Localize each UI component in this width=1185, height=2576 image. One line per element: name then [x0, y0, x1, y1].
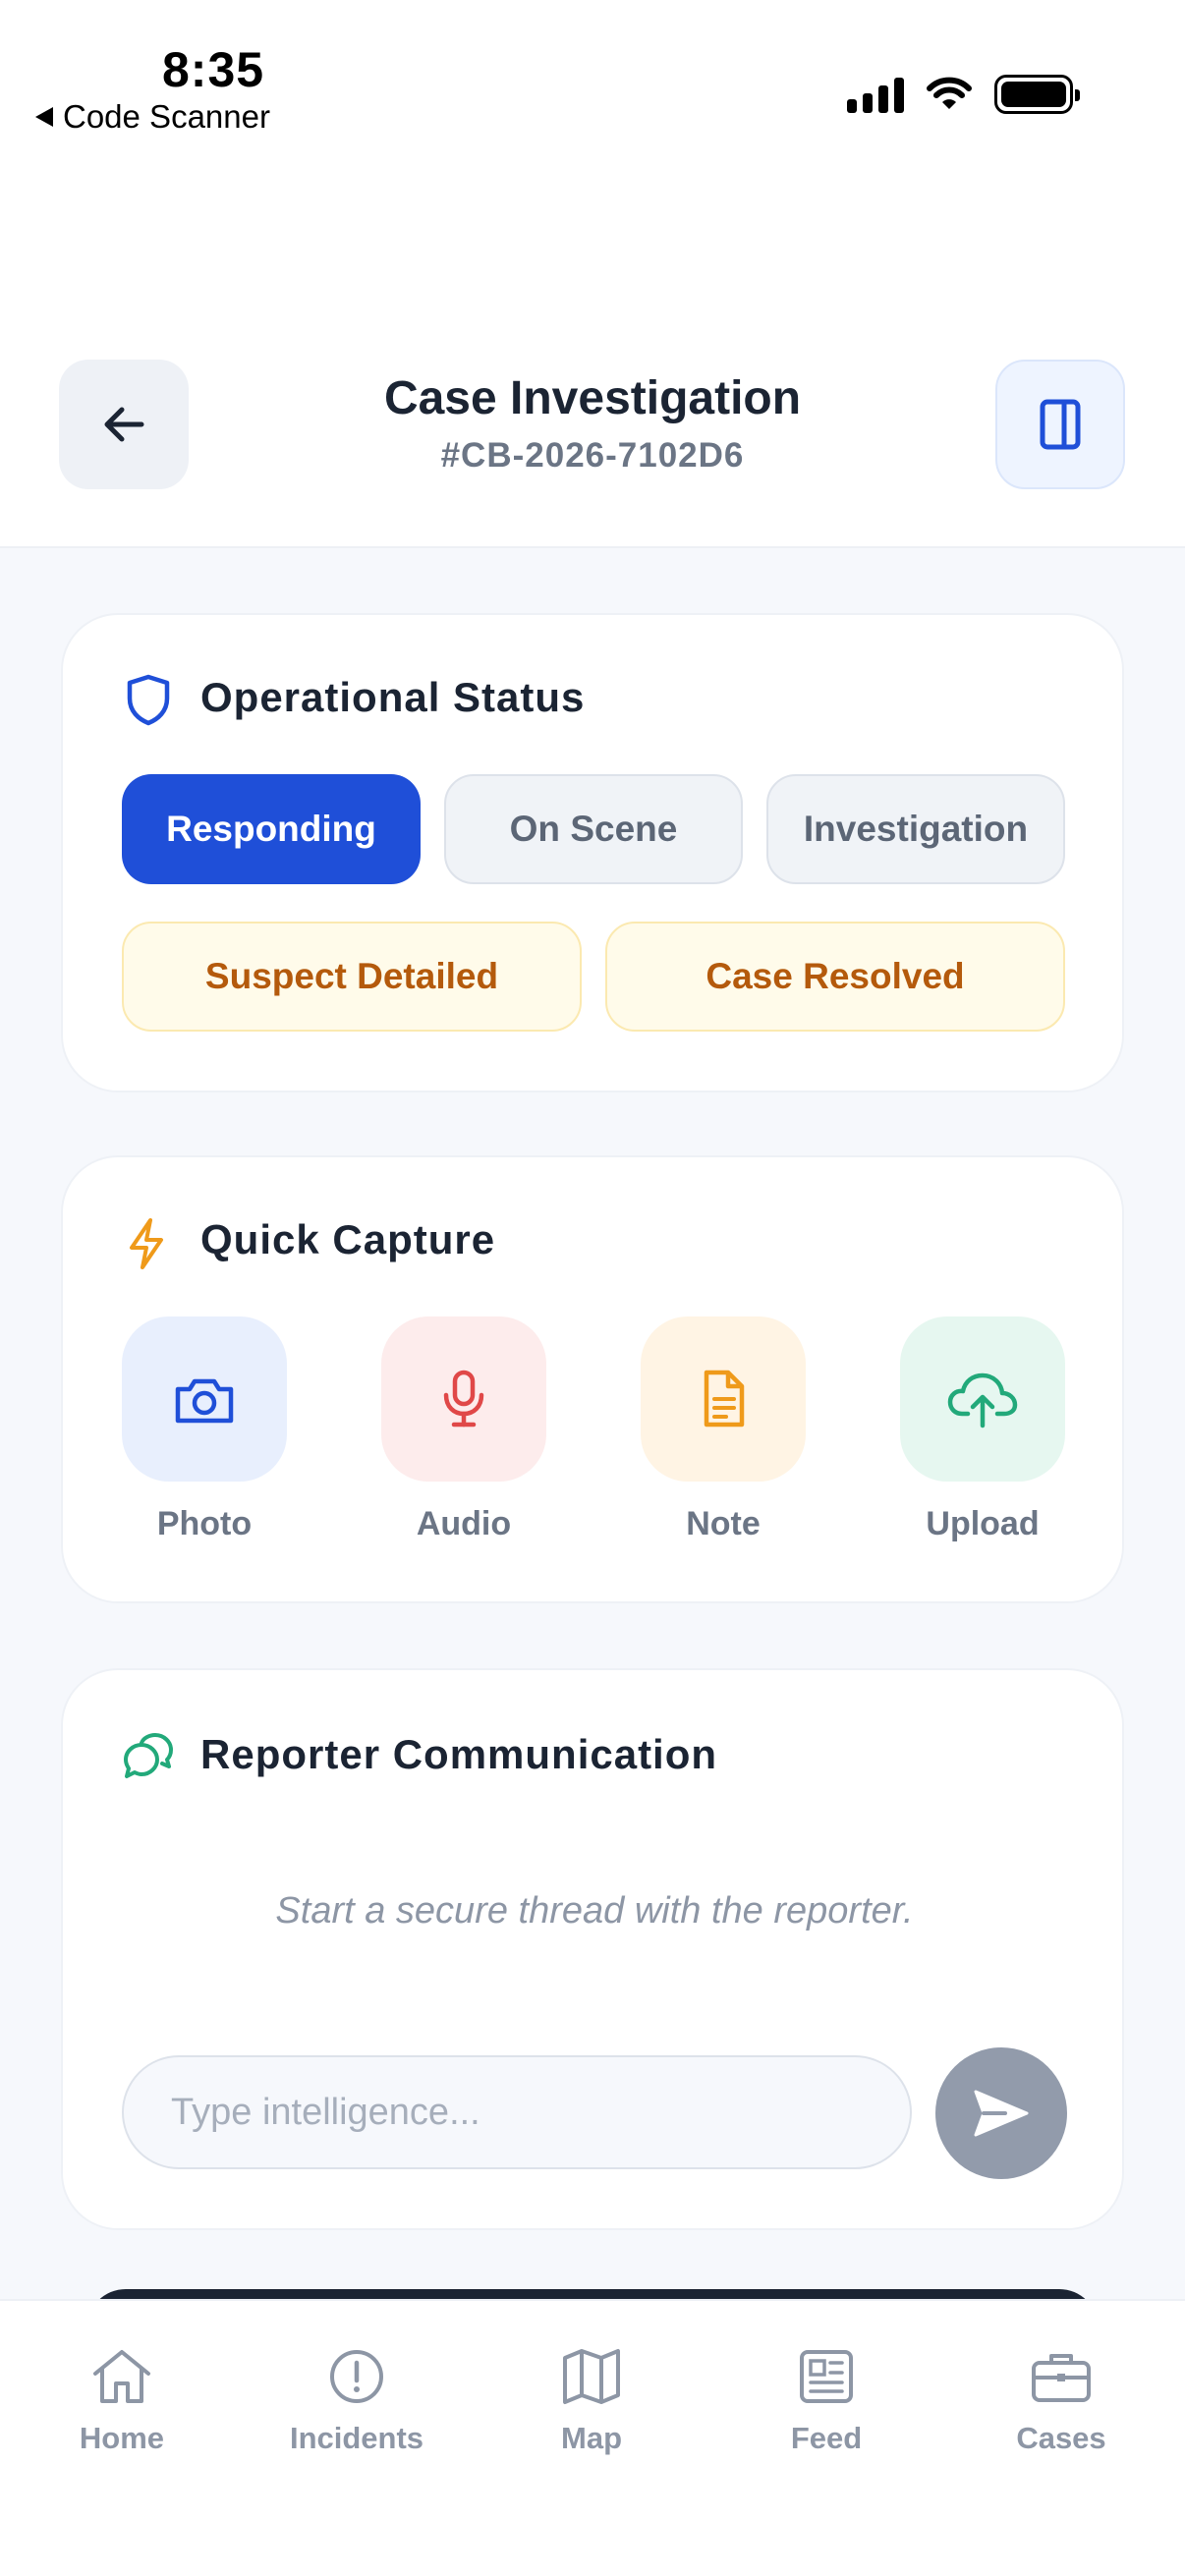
nav-home[interactable]: Home [24, 2346, 220, 2456]
sidebar-panel-icon [1040, 399, 1081, 450]
nav-feed[interactable]: Feed [728, 2346, 925, 2456]
wifi-icon [927, 77, 972, 109]
capture-audio-label: Audio [416, 1505, 512, 1542]
operational-status-title: Operational Status [200, 674, 586, 720]
status-option-suspect-detailed[interactable]: Suspect Detailed [122, 922, 582, 1032]
capture-note-button[interactable] [641, 1316, 806, 1482]
status-option-case-resolved[interactable]: Case Resolved [605, 922, 1065, 1032]
nav-feed-label: Feed [790, 2421, 863, 2455]
camera-icon [175, 1378, 234, 1424]
status-time: 8:35 [162, 42, 265, 97]
home-icon [93, 2350, 150, 2403]
status-option-investigation[interactable]: Investigation [766, 774, 1065, 884]
nav-cases[interactable]: Cases [963, 2346, 1159, 2456]
send-icon [974, 2090, 1029, 2137]
empty-thread-message: Start a secure thread with the reporter. [275, 1890, 914, 1932]
microphone-icon [443, 1370, 484, 1428]
cloud-upload-icon [947, 1372, 1018, 1428]
status-option-responding[interactable]: Responding [122, 774, 421, 884]
cellular-signal-icon [847, 76, 904, 113]
nav-map[interactable]: Map [493, 2346, 690, 2456]
side-panel-button[interactable] [995, 360, 1125, 489]
capture-upload-label: Upload [926, 1505, 1040, 1542]
back-app-label: Code Scanner [63, 98, 270, 135]
battery-icon [994, 75, 1080, 114]
quick-capture-card: Quick Capture Photo Audio Note Upload [61, 1155, 1124, 1603]
operational-status-card: Operational Status Responding On Scene I… [61, 613, 1124, 1092]
nav-incidents[interactable]: Incidents [258, 2346, 455, 2456]
lightning-icon [130, 1218, 163, 1269]
nav-incidents-label: Incidents [289, 2421, 424, 2455]
alert-circle-icon [330, 2350, 383, 2403]
back-to-app-link[interactable]: Code Scanner [35, 98, 270, 136]
back-triangle-icon [35, 107, 53, 127]
capture-upload-button[interactable] [900, 1316, 1065, 1482]
capture-note-label: Note [686, 1505, 761, 1542]
shield-icon [127, 674, 170, 726]
capture-audio-button[interactable] [381, 1316, 546, 1482]
top-header-area: 8:35 Code Scanner Case Investigation #CB… [0, 0, 1185, 548]
briefcase-icon [1032, 2354, 1091, 2402]
capture-photo-button[interactable] [122, 1316, 287, 1482]
status-icons [847, 75, 1080, 114]
quick-capture-title: Quick Capture [200, 1216, 496, 1262]
nav-cases-label: Cases [1016, 2421, 1106, 2455]
send-button[interactable] [935, 2047, 1067, 2179]
document-icon [704, 1370, 745, 1428]
nav-home-label: Home [79, 2421, 165, 2455]
status-option-on-scene[interactable]: On Scene [444, 774, 743, 884]
map-icon [563, 2349, 620, 2404]
bottom-navigation: Home Incidents Map Feed Cases [0, 2299, 1185, 2576]
reporter-communication-title: Reporter Communication [200, 1731, 718, 1777]
nav-map-label: Map [561, 2421, 622, 2455]
newspaper-icon [800, 2350, 853, 2403]
chat-bubbles-icon [124, 1733, 173, 1778]
capture-photo-label: Photo [156, 1505, 253, 1542]
message-input[interactable] [122, 2055, 912, 2169]
reporter-communication-card: Reporter Communication Start a secure th… [61, 1668, 1124, 2230]
